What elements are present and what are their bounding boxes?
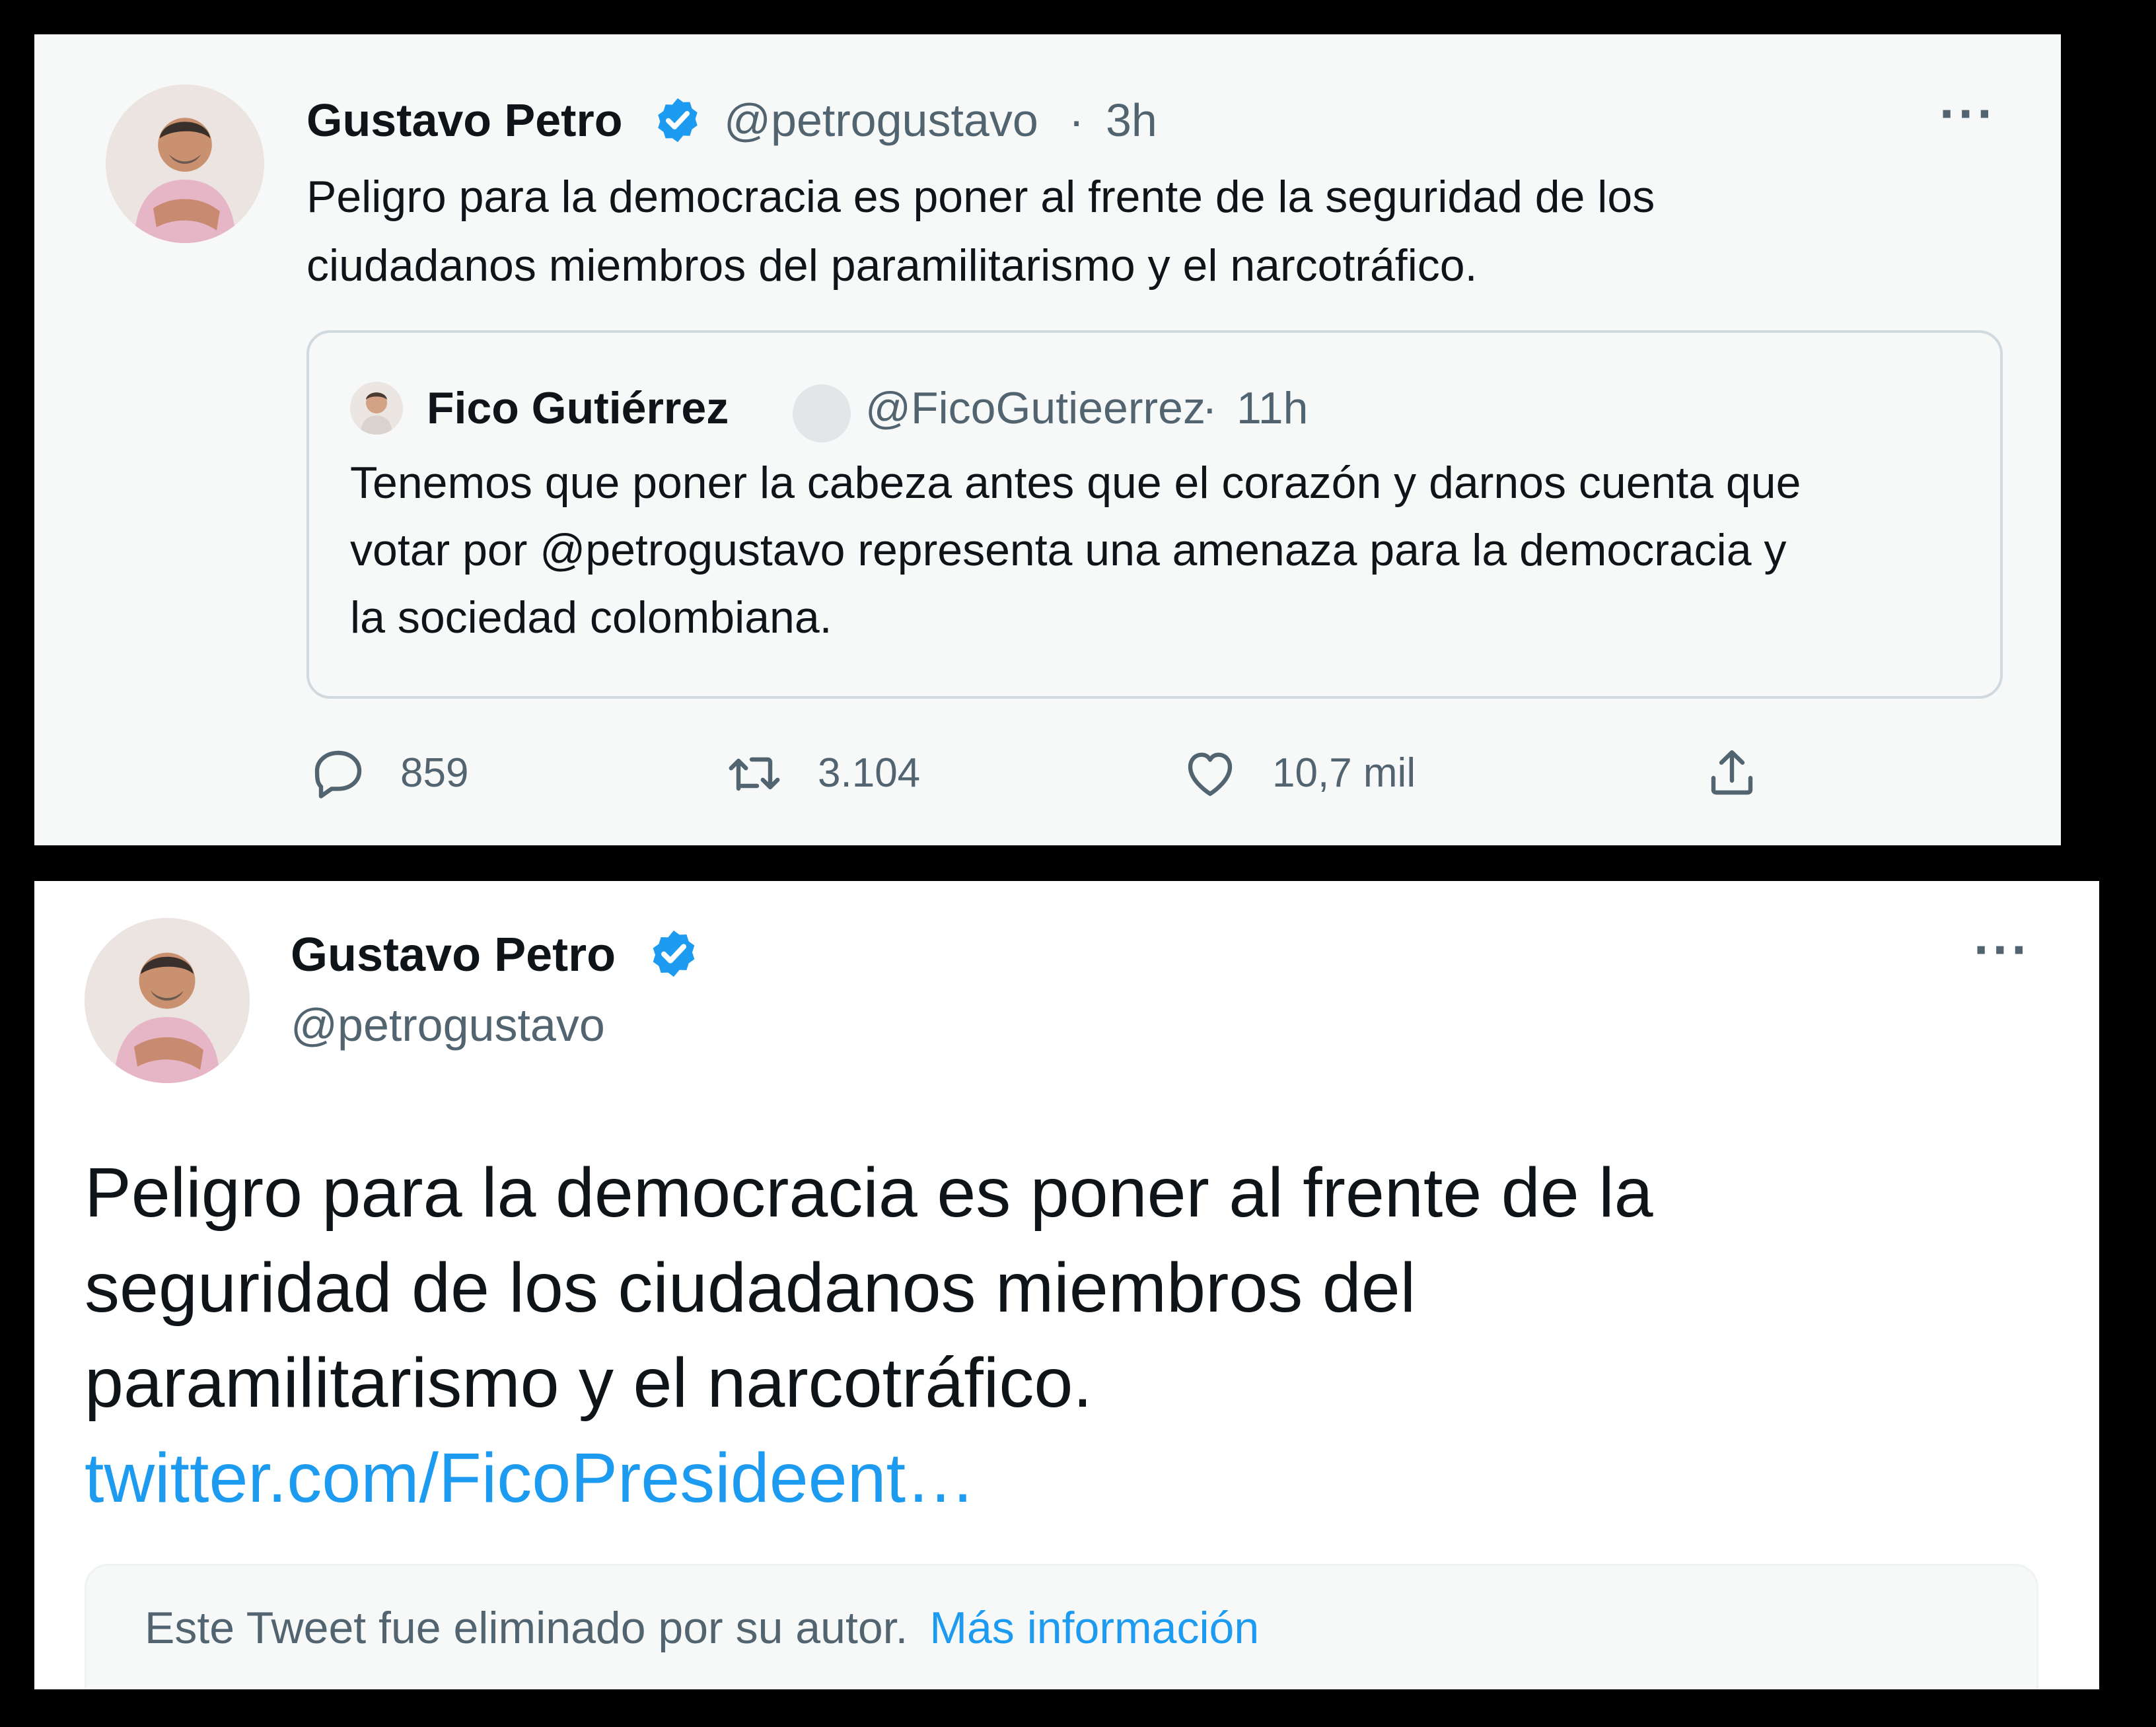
quoted-tweet-card[interactable]: Fico Gutiérrez @FicoGutieerrez · 11h Ten… [306, 330, 2003, 699]
more-options-button[interactable]: ··· [1974, 922, 2030, 977]
share-icon [1711, 750, 1753, 795]
tweet-text-line: Peligro para la democracia es poner al f… [306, 172, 1655, 222]
quoted-tweet-time[interactable]: 11h [1237, 380, 1308, 436]
like-icon [1188, 752, 1233, 796]
quoted-author-handle[interactable]: @FicoGutieerrez [865, 380, 1205, 436]
author-handle[interactable]: @petrogustavo [724, 92, 1038, 148]
avatar[interactable] [106, 85, 264, 243]
deleted-tweet-notice: Este Tweet fue eliminado por su autor. M… [85, 1564, 2038, 1689]
quoted-text-line: la sociedad colombiana. [350, 592, 832, 643]
quoted-text-line: Tenemos que poner la cabeza antes que el… [350, 458, 1801, 508]
reply-count: 859 [400, 750, 469, 796]
retweet-icon [729, 757, 780, 791]
tweet-text: Peligro para la democracia es poner al f… [85, 1145, 1653, 1526]
deleted-notice-text: Este Tweet fue eliminado por su autor. [145, 1603, 908, 1653]
placeholder-badge-icon [793, 384, 851, 442]
author-name[interactable]: Gustavo Petro [291, 927, 616, 983]
verified-badge-icon [653, 95, 703, 145]
quoted-text-line: votar por @petrogustavo representa una a… [350, 525, 1787, 575]
more-info-link[interactable]: Más información [929, 1603, 1259, 1653]
person-portrait-avatar-icon [350, 382, 403, 435]
author-handle[interactable]: @petrogustavo [291, 997, 605, 1053]
author-name[interactable]: Gustavo Petro [306, 92, 622, 148]
quoted-tweet-link[interactable]: twitter.com/FicoPresideent… [85, 1430, 1653, 1526]
verified-badge-icon [647, 927, 700, 980]
deleted-notice-row: Este Tweet fue eliminado por su autor. M… [145, 1600, 1259, 1656]
person-portrait-avatar-icon [106, 85, 264, 243]
top-tweet-panel[interactable]: Gustavo Petro @petrogustavo · 3h ··· Pel… [34, 34, 2061, 845]
tweet-text-line: paramilitarismo y el narcotráfico. [85, 1344, 1093, 1422]
more-options-button[interactable]: ··· [1939, 86, 1996, 141]
quoted-meta-separator: · [1202, 383, 1217, 433]
reply-icon [314, 750, 362, 798]
tweet-time[interactable]: 3h [1106, 92, 1157, 148]
meta-separator: · [1069, 94, 1085, 146]
avatar[interactable] [85, 918, 250, 1083]
retweet-button[interactable]: 3.104 [721, 741, 920, 804]
bottom-tweet-panel[interactable]: Gustavo Petro @petrogustavo ··· Peligro … [34, 881, 2099, 1689]
tweet-text-line: ciudadanos miembros del paramilitarismo … [306, 240, 1478, 291]
like-count: 10,7 mil [1272, 750, 1416, 796]
quoted-avatar[interactable] [350, 382, 403, 435]
person-portrait-avatar-icon [85, 918, 250, 1083]
tweet-text-line: seguridad de los ciudadanos miembros del [85, 1249, 1416, 1327]
tweet-text-line: Peligro para la democracia es poner al f… [85, 1154, 1653, 1232]
quoted-author-name[interactable]: Fico Gutiérrez [427, 380, 729, 436]
share-button[interactable] [1700, 741, 1764, 804]
tweet-text: Peligro para la democracia es poner al f… [306, 162, 1655, 300]
reply-button[interactable]: 859 [306, 741, 468, 804]
retweet-count: 3.104 [818, 750, 921, 796]
quoted-tweet-text: Tenemos que poner la cabeza antes que el… [350, 449, 1801, 651]
like-button[interactable]: 10,7 mil [1178, 741, 1416, 804]
